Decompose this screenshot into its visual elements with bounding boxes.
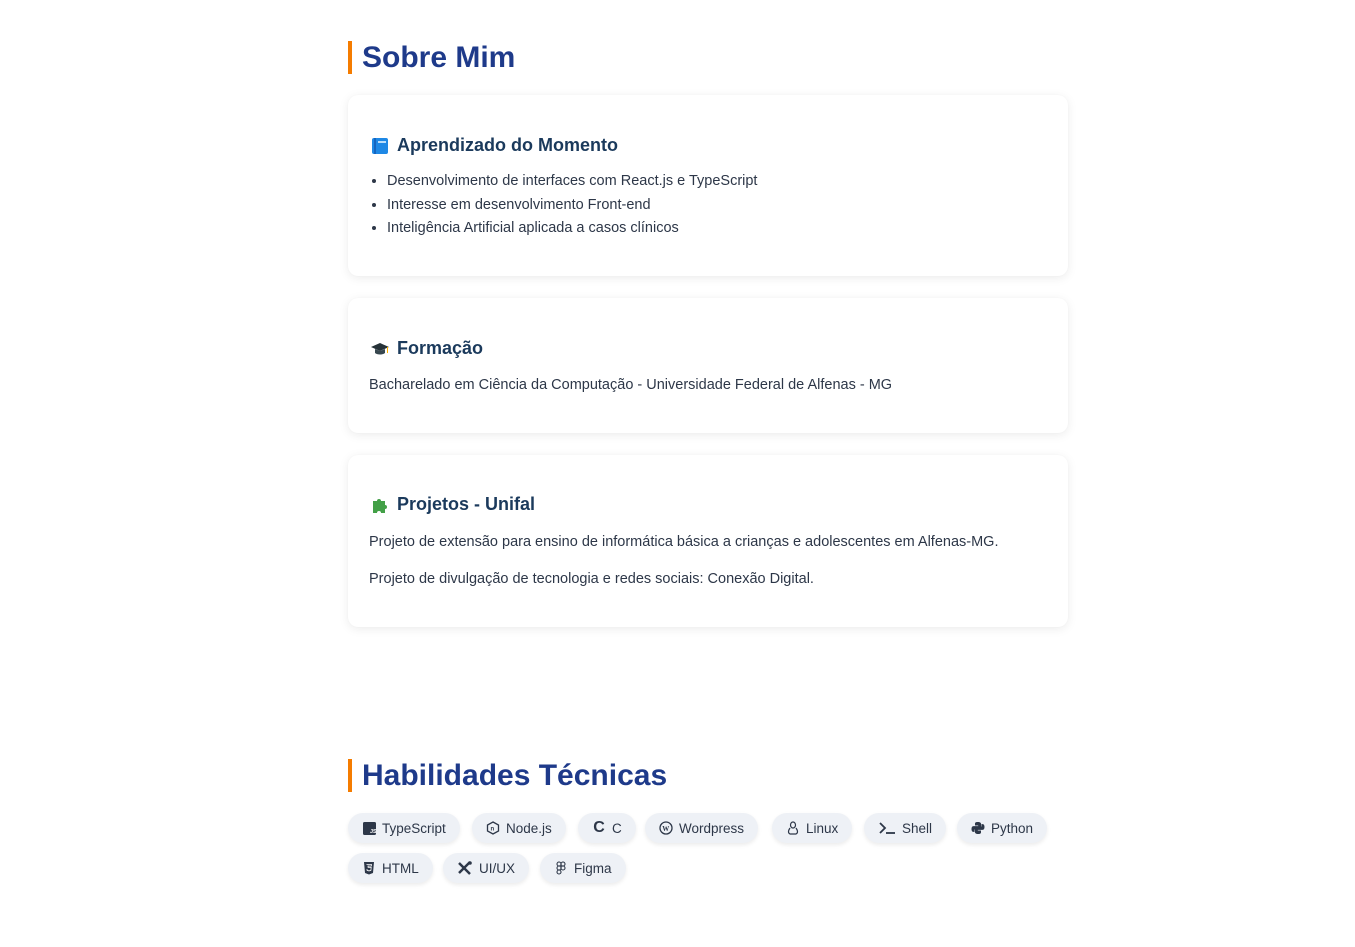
figma-icon [554, 861, 568, 875]
education-text: Bacharelado em Ciência da Computação - U… [369, 377, 893, 393]
skill-chip-c: C C [578, 813, 636, 843]
nodejs-icon: n [486, 821, 500, 835]
html5-icon [362, 861, 376, 875]
learning-card-heading: Aprendizado do Momento [397, 135, 618, 155]
list-item: Desenvolvimento de interfaces com React.… [387, 170, 757, 194]
list-item: Inteligência Artificial aplicada a casos… [387, 217, 757, 241]
design-tools-icon [457, 861, 473, 875]
projects-card: Projetos - Unifal Projeto de extensão pa… [348, 455, 1068, 627]
learning-card: Aprendizado do Momento Desenvolvimento d… [348, 95, 1068, 276]
education-card: Formação Bacharelado em Ciência da Compu… [348, 298, 1068, 433]
svg-text:W: W [662, 825, 669, 833]
graduation-cap-icon [369, 339, 391, 359]
skill-chip-wordpress: W Wordpress [645, 813, 759, 843]
learning-card-title: Aprendizado do Momento [369, 135, 618, 156]
skill-chip-figma: Figma [540, 853, 626, 883]
projects-card-title: Projetos - Unifal [369, 494, 535, 515]
blue-book-icon [369, 136, 391, 156]
skill-chip-nodejs: n Node.js [472, 813, 566, 843]
projects-paragraph: Projeto de divulgação de tecnologia e re… [369, 571, 814, 587]
projects-card-heading: Projetos - Unifal [397, 494, 536, 514]
c-icon: C [593, 819, 605, 836]
skill-chip-uiux: UI/UX [443, 853, 530, 883]
skill-chip-typescript: JS TypeScript [348, 813, 460, 843]
list-item: Interesse em desenvolvimento Front-end [387, 194, 757, 218]
projects-paragraph: Projeto de extensão para ensino de infor… [369, 534, 999, 550]
skill-chip-linux: Linux [772, 813, 853, 843]
about-section: Sobre Mim Aprendizado do Momento Desenvo… [348, 41, 1068, 627]
puzzle-piece-icon [369, 495, 391, 515]
terminal-icon [878, 821, 896, 835]
wordpress-icon: W [659, 821, 673, 835]
skill-chip-html: HTML [348, 853, 433, 883]
skill-chip-shell: Shell [864, 813, 947, 843]
python-icon [971, 821, 985, 835]
section-title-about: Sobre Mim [348, 41, 1068, 74]
skills-section: Habilidades Técnicas JS TypeScript n Nod… [348, 759, 1068, 909]
education-card-heading: Formação [397, 338, 484, 358]
js-icon: JS [362, 821, 376, 835]
svg-text:JS: JS [370, 829, 376, 835]
learning-list: Desenvolvimento de interfaces com React.… [369, 170, 757, 241]
section-title-skills: Habilidades Técnicas [348, 759, 1068, 792]
education-card-title: Formação [369, 338, 483, 359]
skill-chip-python: Python [957, 813, 1048, 843]
linux-icon [786, 821, 800, 835]
svg-text:n: n [491, 827, 495, 833]
